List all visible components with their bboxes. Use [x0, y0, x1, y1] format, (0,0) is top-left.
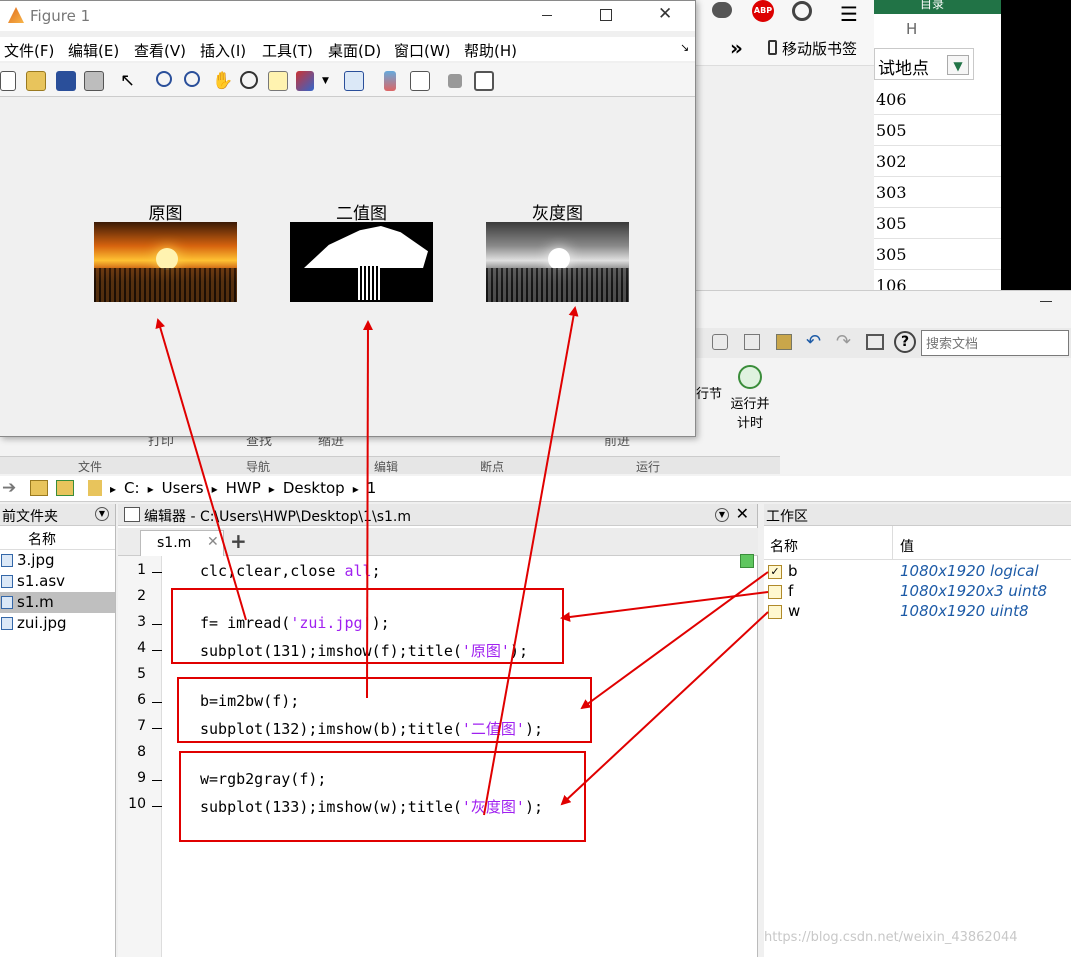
arrow-ws-w	[560, 611, 769, 806]
box-rgb2gray	[179, 751, 586, 842]
annotation-arrows	[155, 306, 769, 816]
annotation-overlay	[155, 306, 769, 842]
arrow-to-binary	[362, 320, 373, 699]
arrow-to-original	[155, 318, 247, 621]
arrow-ws-f	[560, 591, 769, 622]
arrow-ws-b	[580, 571, 769, 710]
annotation-boxes	[171, 588, 592, 842]
box-im2bw	[177, 677, 592, 743]
arrow-to-gray	[483, 306, 579, 816]
